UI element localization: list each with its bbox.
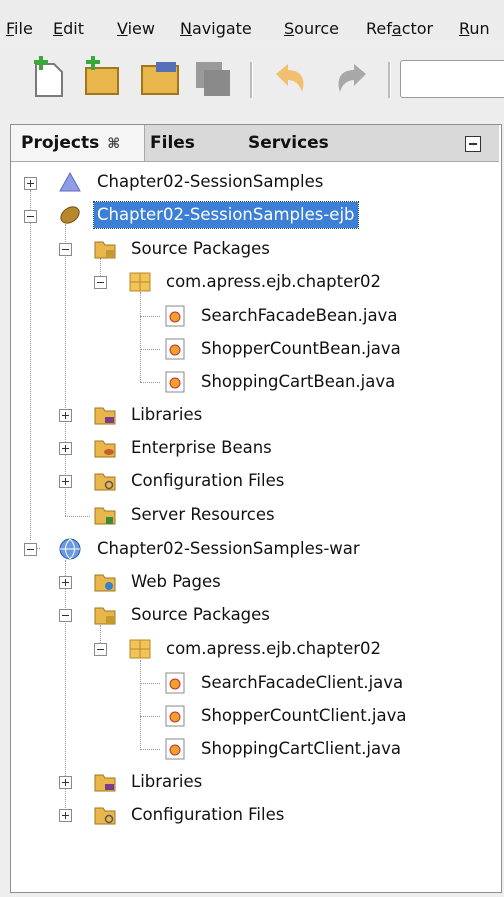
menu-run[interactable]: Run (459, 20, 490, 38)
java-file-icon (165, 338, 185, 360)
enterprise-beans-icon (94, 440, 116, 458)
expand-toggle[interactable] (59, 442, 72, 455)
tree-node-label: Configuration Files (131, 471, 285, 490)
tree-node-package[interactable]: com.apress.ejb.chapter02 (163, 269, 384, 295)
ejb-module-icon (60, 206, 80, 224)
server-resources-icon (94, 507, 116, 525)
tree-node-label: com.apress.ejb.chapter02 (166, 639, 382, 658)
package-icon (129, 639, 151, 659)
collapse-toggle[interactable] (59, 609, 72, 622)
configuration-files-icon (94, 473, 116, 491)
tree-node-package[interactable]: com.apress.ejb.chapter02 (163, 636, 384, 662)
tree-node-project-root[interactable]: Chapter02-SessionSamples (94, 169, 326, 195)
menu-view[interactable]: View (117, 20, 155, 38)
expand-toggle[interactable] (59, 776, 72, 789)
web-pages-icon (94, 574, 116, 592)
toolbar-search-input[interactable] (400, 60, 504, 98)
tree-node-label: SearchFacadeClient.java (201, 673, 404, 692)
menu-file[interactable]: File (6, 20, 33, 38)
tree-node-source-packages[interactable]: Source Packages (128, 236, 273, 262)
expand-toggle[interactable] (59, 809, 72, 822)
collapse-toggle[interactable] (59, 243, 72, 256)
tree-node-label: Chapter02-SessionSamples-ejb (93, 201, 359, 229)
tree-node-label: Source Packages (131, 605, 270, 624)
libraries-icon (94, 774, 116, 792)
tree-node-label: Chapter02-SessionSamples (97, 172, 324, 191)
java-file-icon (165, 672, 185, 694)
tab-projects-label: Projects (21, 133, 100, 153)
menu-refactor[interactable]: Refactor (366, 20, 433, 38)
collapse-toggle[interactable] (24, 210, 37, 223)
configuration-files-icon (94, 807, 116, 825)
project-triangle-icon (59, 171, 81, 192)
expand-toggle[interactable] (59, 409, 72, 422)
tree-node-label: ShopperCountClient.java (201, 706, 407, 725)
java-file-icon (165, 738, 185, 760)
toolbar-separator (388, 62, 391, 98)
libraries-icon (94, 407, 116, 425)
tree-node-label: Chapter02-SessionSamples-war (97, 539, 360, 558)
tree-node-label: Server Resources (131, 505, 275, 524)
open-project-button[interactable] (138, 56, 182, 100)
expand-toggle[interactable] (24, 177, 37, 190)
tree-node-enterprise-beans[interactable]: Enterprise Beans (128, 435, 275, 461)
menu-source[interactable]: Source (284, 20, 339, 38)
web-module-icon (59, 538, 81, 560)
save-all-button[interactable] (190, 56, 234, 100)
tree-node-configuration-files[interactable]: Configuration Files (128, 802, 287, 828)
tree-node-label: SearchFacadeBean.java (201, 306, 398, 325)
collapse-toggle[interactable] (24, 543, 37, 556)
menu-edit[interactable]: Edit (53, 20, 84, 38)
tree-node-java-file[interactable]: ShoppingCartBean.java (198, 369, 398, 395)
tree-node-java-file[interactable]: ShopperCountBean.java (198, 336, 404, 362)
tree-node-libraries[interactable]: Libraries (128, 769, 205, 795)
tree-node-server-resources[interactable]: Server Resources (128, 502, 278, 528)
tree-node-configuration-files[interactable]: Configuration Files (128, 468, 287, 494)
tree-node-label: ShoppingCartBean.java (201, 372, 396, 391)
toolbar-separator (250, 62, 253, 98)
java-file-icon (165, 371, 185, 393)
collapse-toggle[interactable] (94, 643, 107, 656)
collapse-toggle[interactable] (94, 276, 107, 289)
tab-files[interactable]: Files (150, 125, 195, 161)
tree-node-label: ShopperCountBean.java (201, 339, 401, 358)
java-file-icon (165, 705, 185, 727)
tab-projects[interactable]: Projects ⌘ (11, 125, 145, 161)
tree-node-label: Configuration Files (131, 805, 285, 824)
minimize-panel-button[interactable] (465, 136, 481, 152)
tree-node-java-file[interactable]: SearchFacadeBean.java (198, 303, 400, 329)
tree-node-label: ShoppingCartClient.java (201, 739, 401, 758)
new-project-button[interactable] (80, 56, 124, 100)
tab-services[interactable]: Services (248, 125, 329, 161)
new-file-button[interactable] (26, 56, 70, 100)
tree-node-label: Libraries (131, 772, 203, 791)
tree-node-java-file[interactable]: SearchFacadeClient.java (198, 670, 406, 696)
menu-navigate[interactable]: Navigate (180, 20, 252, 38)
tree-node-label: Source Packages (131, 239, 270, 258)
tree-node-war-module[interactable]: Chapter02-SessionSamples-war (94, 536, 363, 562)
tree-node-label: com.apress.ejb.chapter02 (166, 272, 382, 291)
java-file-icon (165, 305, 185, 327)
close-tab-icon[interactable]: ⌘ (107, 136, 120, 152)
tree-node-source-packages[interactable]: Source Packages (128, 602, 273, 628)
source-packages-icon (94, 241, 116, 259)
tree-node-label: Web Pages (131, 572, 221, 591)
expand-toggle[interactable] (59, 475, 72, 488)
redo-button[interactable] (330, 56, 374, 100)
tree-node-web-pages[interactable]: Web Pages (128, 569, 224, 595)
tree-node-label: Libraries (131, 405, 203, 424)
tree-node-label: Enterprise Beans (131, 438, 272, 457)
tree-node-ejb-module[interactable]: Chapter02-SessionSamples-ejb (93, 201, 359, 229)
tree-node-java-file[interactable]: ShopperCountClient.java (198, 703, 410, 729)
tree-node-java-file[interactable]: ShoppingCartClient.java (198, 736, 404, 762)
tree-node-libraries[interactable]: Libraries (128, 402, 205, 428)
expand-toggle[interactable] (59, 576, 72, 589)
package-icon (129, 272, 151, 292)
source-packages-icon (94, 607, 116, 625)
undo-button[interactable] (268, 56, 312, 100)
